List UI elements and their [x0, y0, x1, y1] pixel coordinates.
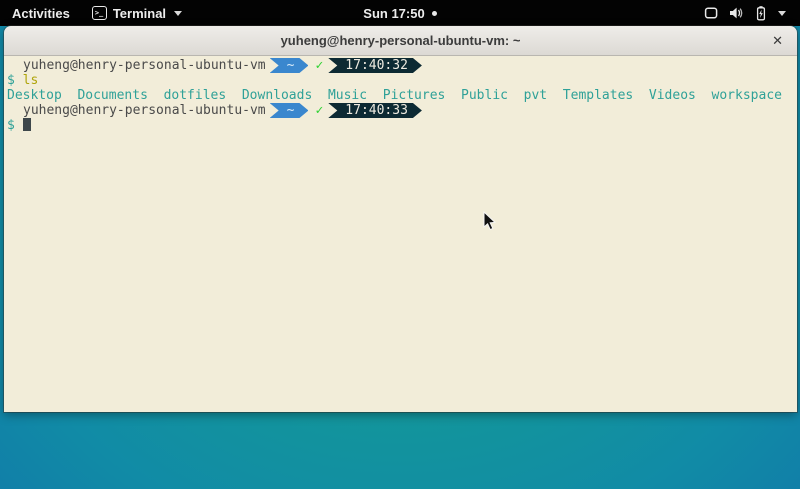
app-menu-terminal[interactable]: >_ Terminal	[82, 0, 192, 26]
chevron-down-icon	[778, 11, 786, 16]
command-text: ls	[23, 73, 39, 88]
window-titlebar[interactable]: yuheng@henry-personal-ubuntu-vm: ~ ✕	[4, 26, 797, 56]
prompt-user: yuheng@henry-personal-ubuntu-vm	[23, 58, 266, 73]
directory-name: Downloads	[242, 88, 312, 103]
system-tray-menu[interactable]	[695, 0, 794, 26]
prompt-dollar: $	[7, 118, 15, 133]
top-bar: Activities >_ Terminal Sun 17:50	[0, 0, 800, 26]
directory-name: Pictures	[383, 88, 446, 103]
directory-name: Documents	[77, 88, 147, 103]
prompt-path-segment: ~	[270, 58, 309, 73]
command-line: $ ls	[7, 73, 794, 88]
terminal-window: yuheng@henry-personal-ubuntu-vm: ~ ✕ yuh…	[4, 26, 797, 412]
activities-button[interactable]: Activities	[0, 0, 82, 26]
directory-name: dotfiles	[164, 88, 227, 103]
input-line: $	[7, 118, 794, 133]
prompt-status-check-icon: ✓	[315, 58, 323, 73]
directory-name: Templates	[563, 88, 633, 103]
prompt-dollar: $	[7, 73, 15, 88]
directory-name: pvt	[524, 88, 547, 103]
directory-name: workspace	[712, 88, 782, 103]
terminal-icon: >_	[92, 6, 107, 20]
directory-name: Desktop	[7, 88, 62, 103]
terminal-content[interactable]: yuheng@henry-personal-ubuntu-vm ~ ✓ 17:4…	[4, 56, 797, 412]
prompt-line-1: yuheng@henry-personal-ubuntu-vm ~ ✓ 17:4…	[7, 58, 794, 73]
directory-name: Music	[328, 88, 367, 103]
app-menu-label: Terminal	[113, 6, 166, 21]
battery-charging-icon	[753, 5, 769, 21]
notification-dot-icon	[432, 11, 437, 16]
prompt-time-segment: 17:40:33	[328, 103, 422, 118]
clock-label[interactable]: Sun 17:50	[363, 6, 424, 21]
prompt-user: yuheng@henry-personal-ubuntu-vm	[23, 103, 266, 118]
activities-label: Activities	[12, 6, 70, 21]
window-title: yuheng@henry-personal-ubuntu-vm: ~	[281, 33, 521, 48]
volume-icon	[728, 5, 744, 21]
prompt-status-check-icon: ✓	[315, 103, 323, 118]
prompt-time-segment: 17:40:32	[328, 58, 422, 73]
prompt-path-segment: ~	[270, 103, 309, 118]
directory-name: Videos	[649, 88, 696, 103]
ls-output: Desktop Documents dotfiles Downloads Mus…	[7, 88, 794, 103]
display-icon	[703, 5, 719, 21]
directory-name: Public	[461, 88, 508, 103]
close-button[interactable]: ✕	[772, 26, 783, 55]
terminal-cursor	[23, 118, 31, 131]
chevron-down-icon	[174, 11, 182, 16]
prompt-line-2: yuheng@henry-personal-ubuntu-vm ~ ✓ 17:4…	[7, 103, 794, 118]
